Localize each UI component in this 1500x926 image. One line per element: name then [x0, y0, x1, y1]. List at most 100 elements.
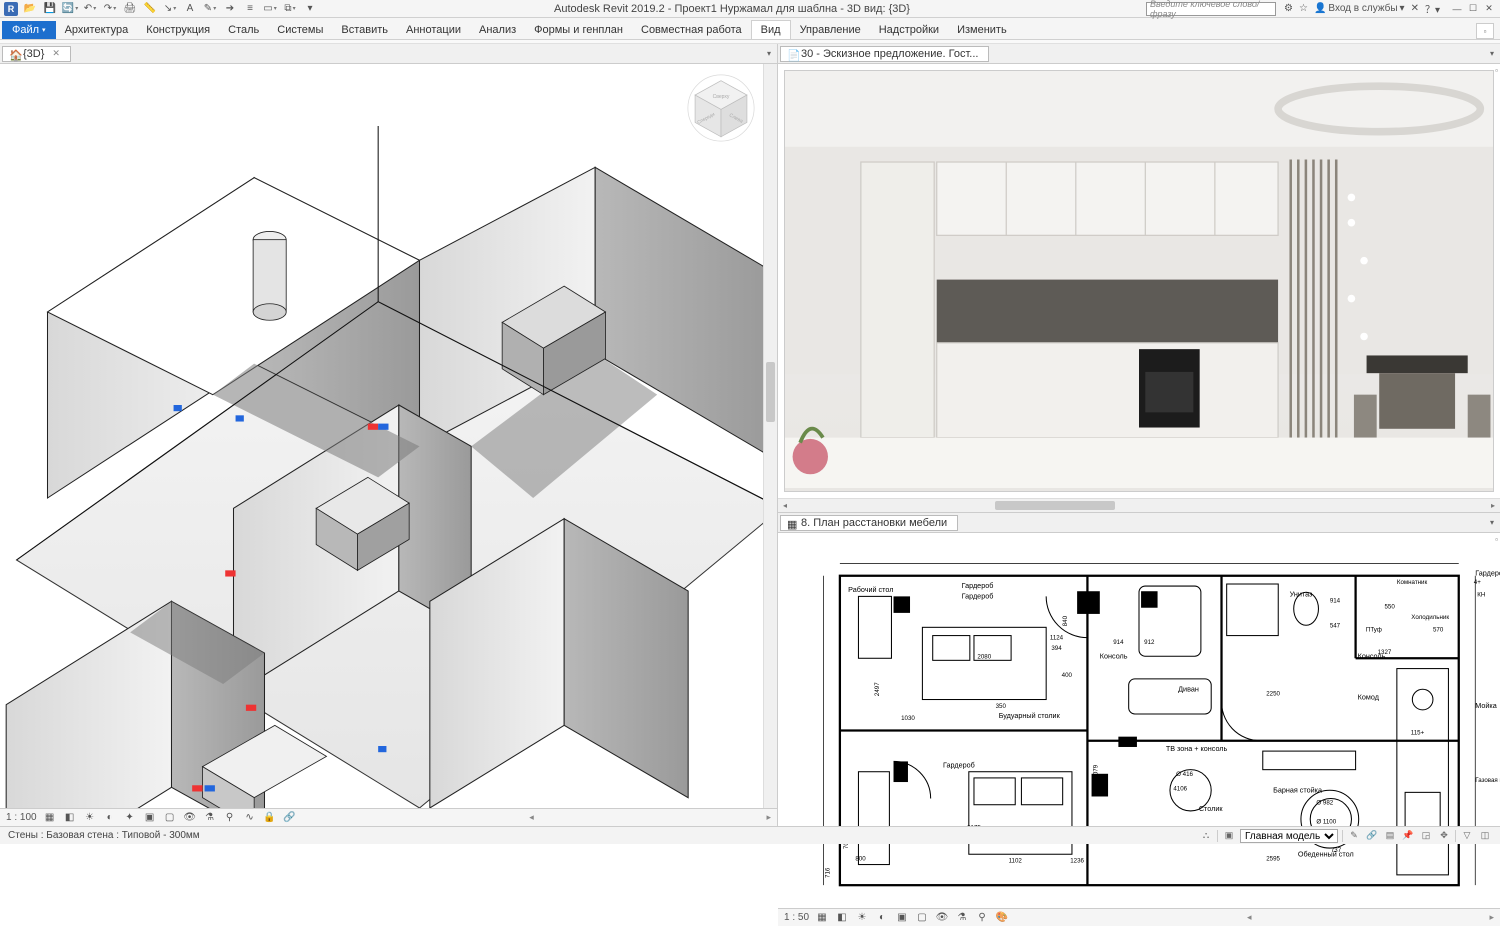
viewport-3d[interactable]: Сверху Спереди Слева	[0, 64, 777, 808]
ribbon-panel-toggle[interactable]: ▫	[1476, 23, 1494, 39]
hscroll-left-icon[interactable]: ◂	[778, 499, 792, 512]
view-tab-plan8[interactable]: ▦ 8. План расстановки мебели	[780, 515, 958, 531]
tab-struct[interactable]: Конструкция	[137, 21, 219, 39]
vc-detail-icon[interactable]: ▦	[43, 811, 57, 825]
tab-systems[interactable]: Системы	[268, 21, 332, 39]
view-tab-sheet30[interactable]: 📄 30 - Эскизное предложение. Гост...	[780, 46, 989, 62]
tab-steel[interactable]: Сталь	[219, 21, 268, 39]
tab-arch[interactable]: Архитектура	[56, 21, 138, 39]
right-hscroll-right[interactable]: ▸	[1489, 912, 1494, 923]
vc-shadow-icon[interactable]: ◐	[103, 811, 117, 825]
viewport-plan[interactable]: ▫	[778, 533, 1500, 907]
svg-text:Ø 982: Ø 982	[1316, 800, 1333, 807]
vc-constraints-icon[interactable]: 🔒	[263, 811, 277, 825]
sb-worksets-icon[interactable]: ⛬	[1199, 829, 1213, 843]
file-tab[interactable]: Файл	[2, 21, 56, 39]
right-bottom-max-button[interactable]: ▫	[1495, 535, 1498, 544]
help-icon[interactable]: ？▾	[1425, 1, 1440, 16]
minimize-button[interactable]: —	[1450, 3, 1464, 15]
qat-dropdown-icon[interactable]: ▾	[302, 2, 318, 16]
sb-sel-face-icon[interactable]: ◲	[1419, 829, 1433, 843]
rvc-sun-icon[interactable]: ☀	[855, 910, 869, 924]
vc-render-icon[interactable]: ✦	[123, 811, 137, 825]
qat-save-icon[interactable]: 💾	[42, 2, 58, 16]
left-hscroll-right[interactable]: ▸	[766, 812, 771, 823]
qat-arrow-icon[interactable]: ➔	[222, 2, 238, 16]
view-tab-close-icon[interactable]: ✕	[52, 48, 60, 59]
sb-sel-underlay-icon[interactable]: ▤	[1383, 829, 1397, 843]
qat-open-icon[interactable]: 📂	[22, 2, 38, 16]
qat-undo-icon[interactable]: ↶	[82, 2, 98, 16]
vc-style-icon[interactable]: ◧	[63, 811, 77, 825]
qat-thin-lines-icon[interactable]: ≡	[242, 2, 258, 16]
right-top-max-button[interactable]: ▫	[1495, 66, 1498, 75]
vc-unhide-icon[interactable]: 👁	[183, 811, 197, 825]
signin-label: Вход в службы	[1328, 3, 1397, 14]
left-vscrollbar[interactable]	[763, 64, 777, 808]
qat-text-icon[interactable]: A	[182, 2, 198, 16]
signin-button[interactable]: 👤 Вход в службы ▾	[1314, 3, 1405, 14]
tab-collab[interactable]: Совместная работа	[632, 21, 751, 39]
scale-label-right[interactable]: 1 : 50	[784, 912, 809, 923]
rvc-shadow-icon[interactable]: ◐	[875, 910, 889, 924]
qat-switch-win-icon[interactable]: ⧉	[282, 2, 298, 16]
left-tabs-overflow[interactable]: ▾	[763, 49, 775, 58]
svg-text:1079: 1079	[1093, 765, 1100, 779]
vc-link-icon[interactable]: 🔗	[283, 811, 297, 825]
left-hscroll-left[interactable]: ◂	[529, 812, 534, 823]
tab-addins[interactable]: Надстройки	[870, 21, 948, 39]
favorite-icon[interactable]: ☆	[1299, 3, 1308, 14]
qat-close-hidden-icon[interactable]: ▭	[262, 2, 278, 16]
sb-sel-pinned-icon[interactable]: 📌	[1401, 829, 1415, 843]
right-top-hscroll[interactable]: ◂ ▸	[778, 498, 1500, 512]
tab-modify[interactable]: Изменить	[948, 21, 1016, 39]
tab-insert[interactable]: Вставить	[332, 21, 397, 39]
vc-crop-icon[interactable]: ▣	[143, 811, 157, 825]
workset-dropdown[interactable]: Главная модель	[1240, 829, 1338, 843]
rvc-color-icon[interactable]: 🎨	[995, 910, 1009, 924]
vc-cropvis-icon[interactable]: ▢	[163, 811, 177, 825]
render-image	[784, 70, 1494, 492]
qat-sync-icon[interactable]: 🔄	[62, 2, 78, 16]
vc-temp-icon[interactable]: ⚗	[203, 811, 217, 825]
view-cube[interactable]: Сверху Спереди Слева	[685, 72, 757, 144]
viewport-render[interactable]: ▫	[778, 64, 1500, 498]
qat-redo-icon[interactable]: ↷	[102, 2, 118, 16]
qat-measure-icon[interactable]: 📏	[142, 2, 158, 16]
maximize-button[interactable]: ☐	[1466, 3, 1480, 15]
subscription-icon[interactable]: ⚙	[1284, 3, 1293, 14]
sb-sel-link-icon[interactable]: 🔗	[1365, 829, 1379, 843]
right-bottom-tabs-overflow[interactable]: ▾	[1486, 518, 1498, 527]
workset-selector[interactable]: ▣ Главная модель	[1222, 829, 1338, 843]
sb-editable-icon[interactable]: ✎	[1347, 829, 1361, 843]
right-hscroll-left[interactable]: ◂	[1247, 912, 1252, 923]
rvc-crop-icon[interactable]: ▣	[895, 910, 909, 924]
qat-spell-icon[interactable]: ✎	[202, 2, 218, 16]
hscroll-right-icon[interactable]: ▸	[1486, 499, 1500, 512]
vc-sun-icon[interactable]: ☀	[83, 811, 97, 825]
exchange-icon[interactable]: ✕	[1411, 3, 1419, 14]
sb-filter-icon[interactable]: ▽	[1460, 829, 1474, 843]
tab-annotate[interactable]: Аннотации	[397, 21, 470, 39]
rvc-temp-icon[interactable]: ⚗	[955, 910, 969, 924]
search-input[interactable]: Введите ключевое слово/фразу	[1146, 2, 1276, 16]
close-button[interactable]: ✕	[1482, 3, 1496, 15]
qat-align-icon[interactable]: ↘	[162, 2, 178, 16]
rvc-detail-icon[interactable]: ▦	[815, 910, 829, 924]
scale-label[interactable]: 1 : 100	[6, 812, 37, 823]
vc-reveal-icon[interactable]: ⚲	[223, 811, 237, 825]
rvc-reveal-icon[interactable]: ⚲	[975, 910, 989, 924]
vc-analytical-icon[interactable]: ∿	[243, 811, 257, 825]
right-top-tabs-overflow[interactable]: ▾	[1486, 49, 1498, 58]
rvc-cropvis-icon[interactable]: ▢	[915, 910, 929, 924]
rvc-style-icon[interactable]: ◧	[835, 910, 849, 924]
qat-print-icon[interactable]: 🖨	[122, 2, 138, 16]
tab-manage[interactable]: Управление	[791, 21, 870, 39]
rvc-unhide-icon[interactable]: 👁	[935, 910, 949, 924]
tab-massing[interactable]: Формы и генплан	[525, 21, 632, 39]
tab-view[interactable]: Вид	[751, 20, 791, 39]
sb-drag-icon[interactable]: ✥	[1437, 829, 1451, 843]
tab-analyze[interactable]: Анализ	[470, 21, 525, 39]
view-tab-3d[interactable]: 🏠 {3D} ✕	[2, 46, 71, 62]
sb-bg-icon[interactable]: ◫	[1478, 829, 1492, 843]
